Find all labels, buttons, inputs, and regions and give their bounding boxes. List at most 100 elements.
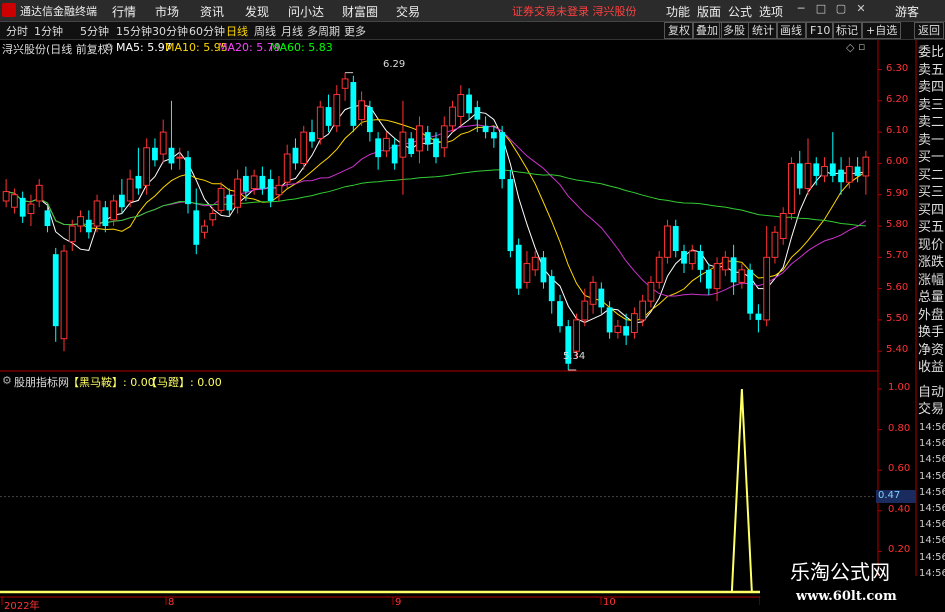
menu-banmian[interactable]: 版面 [697,3,721,20]
menu-zixun[interactable]: 资讯 [200,3,224,20]
price-tick-label: 6.10 [886,125,909,137]
candle-body [2,191,10,202]
period-daily[interactable]: 日线 [226,23,248,39]
price-tick-label: 6.30 [886,62,909,74]
candle-body [779,213,787,240]
candle-body [152,147,158,161]
candle-body [449,106,456,127]
candle-body [788,162,795,214]
period-60min[interactable]: 60分钟 [189,23,225,39]
candle-body [440,125,448,149]
menu-faxian[interactable]: 发现 [245,3,269,20]
ma20-line [6,124,867,297]
side-label: 买五 [918,220,945,235]
candle-body [540,257,547,283]
menu-gongneng[interactable]: 功能 [666,3,690,20]
candle-body [217,187,225,211]
menu-xuanxiang[interactable]: 选项 [759,3,783,20]
tab-diejia[interactable]: 叠加 [692,22,722,39]
panel-settings-icon[interactable]: ◇ [846,41,854,54]
period-15min[interactable]: 15分钟 [116,23,152,39]
panel-collapse-icon[interactable]: ▫ [858,40,865,53]
candle-body [250,175,258,189]
trade-time: 14:56 [919,519,945,531]
price-tick-label: 5.70 [886,250,909,262]
menu-jiaoyi[interactable]: 交易 [396,3,420,20]
close-icon[interactable]: ✕ [852,2,870,18]
indicator-tick-label: 0.40 [888,503,911,515]
candle-body [507,179,514,252]
period-30min[interactable]: 30分钟 [152,23,188,39]
candle-body [829,163,836,176]
tab-biaoji[interactable]: 标记 [832,22,862,39]
candle-body [333,94,341,127]
kline-chart [0,40,917,609]
period-multi[interactable]: 多周期 [307,23,340,39]
candle-body [27,203,35,215]
indicator-name[interactable]: 股朋指标网 [14,374,69,390]
indicator-tick-label: 1.00 [888,382,911,393]
candle-body [176,156,184,159]
candle-body [557,301,563,327]
period-5min[interactable]: 5分钟 [80,23,109,39]
trade-time: 14:56 [919,503,945,514]
menu-wenxiaoda[interactable]: 问小达 [288,3,324,20]
candle-body [168,147,175,164]
candle-body [457,94,465,117]
candle-body [433,138,439,158]
menu-gongshi[interactable]: 公式 [728,3,752,20]
candle-body [804,162,812,189]
side-sub-label[interactable]: 自动 [918,384,945,401]
period-fenshi[interactable]: 分时 [6,23,28,39]
candle-body [44,210,51,227]
period-weekly[interactable]: 周线 [254,23,276,39]
signal-spike [730,388,753,593]
candle-body [499,132,506,180]
period-1min[interactable]: 1分钟 [34,23,63,39]
period-monthly[interactable]: 月线 [281,23,303,39]
candle-body [838,169,844,183]
title-bar: 通达信金融终端 行情 市场 资讯 发现 问小达 财富圈 交易 证券交易未登录 浔… [0,0,945,22]
candle-body [77,216,84,227]
candle-body [316,106,324,139]
candle-body [383,137,390,152]
tab-f10[interactable]: F10 [806,22,835,39]
candle-body [60,250,68,340]
tab-huaxian[interactable]: 画线 [776,22,806,39]
indicator-gear-icon[interactable]: ⚙ [2,374,12,387]
date-label: 9 [395,597,402,608]
minimize-icon[interactable]: ─ [792,2,810,18]
menu-caifuquan[interactable]: 财富圈 [342,3,378,20]
candle-body [118,194,125,208]
candle-body [738,269,746,283]
price-tick-label: 6.20 [886,93,909,105]
candle-body [573,319,580,352]
candle-body [490,132,497,139]
restore-icon[interactable]: □ [812,2,830,18]
tab-tongji[interactable]: 统计 [748,22,778,39]
tab-zixuan[interactable]: +自选 [862,22,902,39]
ma60-label: MA60: 5.83 [270,41,333,54]
price-tick-label: 5.50 [886,312,909,324]
candle-body [623,326,630,336]
ma10-line [6,119,867,322]
side-sub-label[interactable]: 交易 [918,401,945,418]
maximize-icon[interactable]: ▢ [832,2,850,18]
candle-body [275,184,283,196]
tab-duogu[interactable]: 多股 [719,22,749,39]
settings-gear-icon[interactable]: ⚙ [104,41,114,54]
period-more[interactable]: 更多 [344,23,366,39]
menu-hangqing[interactable]: 行情 [112,3,136,20]
candle-body [408,138,415,155]
tab-fanhui[interactable]: 返回 [914,22,944,39]
candle-body [821,166,828,177]
menu-shichang[interactable]: 市场 [155,3,179,20]
side-label: 涨跌 [918,255,945,270]
candle-body [135,175,142,189]
low-price-label: 5.34 [563,351,586,362]
user-guest[interactable]: 游客 [895,3,919,20]
watermark-title: 乐淘公式网 [790,560,890,584]
trade-status-warning[interactable]: 证券交易未登录 浔兴股份 [512,3,637,19]
tab-fuquan[interactable]: 复权 [664,22,694,39]
stock-header[interactable]: 浔兴股份(日线 前复权) [2,41,113,57]
